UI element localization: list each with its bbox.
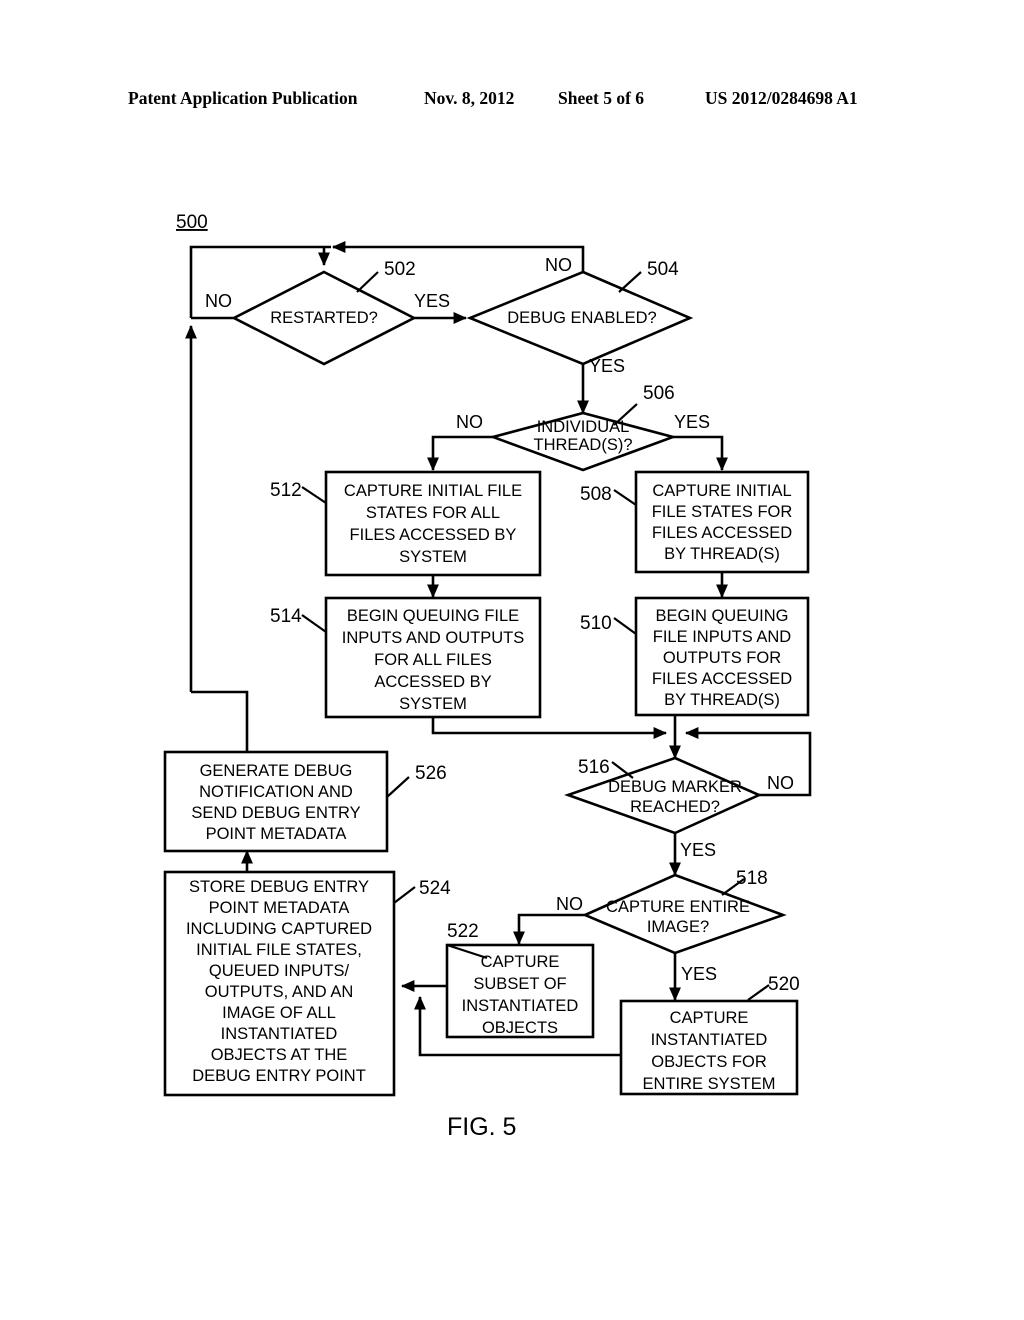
decision-506-label-1: INDIVIDUAL <box>537 418 630 436</box>
process-524-line-9: OBJECTS AT THE <box>211 1046 348 1064</box>
edge-506-no <box>427 435 493 472</box>
ref-510: 510 <box>580 613 612 634</box>
decision-502-label: RESTARTED? <box>270 309 378 327</box>
process-522-line-4: OBJECTS <box>482 1019 558 1037</box>
leader-502 <box>356 271 379 293</box>
process-526-line-4: POINT METADATA <box>206 825 347 843</box>
process-514-line-4: ACCESSED BY <box>374 673 491 691</box>
process-520-line-3: OBJECTS FOR <box>651 1053 767 1071</box>
ref-526: 526 <box>415 763 447 784</box>
ref-522: 522 <box>447 921 479 942</box>
process-510-line-5: BY THREAD(S) <box>664 691 780 709</box>
figure-number-500: 500 <box>176 212 208 233</box>
edge-label-516-no: NO <box>767 773 794 793</box>
leader-526 <box>386 776 410 798</box>
ref-514: 514 <box>270 606 302 627</box>
flowchart-svg: 500 RESTARTED? 502 DEBUG ENABLED? 504 IN… <box>163 212 812 1141</box>
process-508-line-3: FILES ACCESSED <box>652 524 792 542</box>
process-510-line-2: FILE INPUTS AND <box>653 628 792 646</box>
leader-510 <box>613 617 637 635</box>
ref-516: 516 <box>578 757 610 778</box>
decision-516-label-1: DEBUG MARKER <box>608 778 742 796</box>
process-514-line-5: SYSTEM <box>399 695 467 713</box>
ref-520: 520 <box>768 974 800 995</box>
process-522-line-2: SUBSET OF <box>473 975 566 993</box>
ref-512: 512 <box>270 480 302 501</box>
process-514-line-1: BEGIN QUEUING FILE <box>347 607 519 625</box>
edge-label-502-yes: YES <box>414 291 450 311</box>
edge-506-yes <box>673 435 728 472</box>
process-524-line-7: IMAGE OF ALL <box>222 1004 336 1022</box>
process-524-line-2: POINT METADATA <box>209 899 350 917</box>
ref-504: 504 <box>647 259 679 280</box>
decision-506-label-2: THREAD(S)? <box>533 436 632 454</box>
process-524-line-1: STORE DEBUG ENTRY <box>189 878 369 896</box>
edge-label-502-no: NO <box>205 291 232 311</box>
process-524-line-5: QUEUED INPUTS/ <box>209 962 350 980</box>
leader-504 <box>618 271 642 293</box>
edge-label-506-no: NO <box>456 412 483 432</box>
process-526-line-1: GENERATE DEBUG <box>200 762 353 780</box>
process-520-line-4: ENTIRE SYSTEM <box>643 1075 776 1093</box>
ref-508: 508 <box>580 484 612 505</box>
edge-label-506-yes: YES <box>674 412 710 432</box>
edge-label-518-yes: YES <box>681 964 717 984</box>
leader-520 <box>747 984 770 1001</box>
ref-506: 506 <box>643 383 675 404</box>
process-524-line-4: INITIAL FILE STATES, <box>196 941 362 959</box>
process-524-line-10: DEBUG ENTRY POINT <box>192 1067 366 1085</box>
process-514-line-3: FOR ALL FILES <box>374 651 492 669</box>
decision-518-label-2: IMAGE? <box>647 918 709 936</box>
process-508-line-2: FILE STATES FOR <box>652 503 793 521</box>
decision-518-label-1: CAPTURE ENTIRE <box>606 898 750 916</box>
process-512-line-4: SYSTEM <box>399 548 467 566</box>
edge-label-518-no: NO <box>556 894 583 914</box>
patent-figure-page: Patent Application Publication Nov. 8, 2… <box>0 0 1024 1320</box>
decision-504-label: DEBUG ENABLED? <box>507 309 656 327</box>
ref-502: 502 <box>384 259 416 280</box>
leader-512 <box>301 486 327 504</box>
process-520-line-1: CAPTURE <box>670 1009 749 1027</box>
leader-514 <box>301 614 327 633</box>
ref-524: 524 <box>419 878 451 899</box>
process-512-line-2: STATES FOR ALL <box>366 504 500 522</box>
process-526-line-3: SEND DEBUG ENTRY <box>191 804 360 822</box>
process-524-line-3: INCLUDING CAPTURED <box>186 920 372 938</box>
process-524-line-8: INSTANTIATED <box>221 1025 338 1043</box>
process-522-line-3: INSTANTIATED <box>462 997 579 1015</box>
leader-508 <box>613 489 637 506</box>
process-526-line-2: NOTIFICATION AND <box>199 783 353 801</box>
process-514-line-2: INPUTS AND OUTPUTS <box>342 629 524 647</box>
process-522-line-1: CAPTURE <box>481 953 560 971</box>
edge-526-to-return-rail <box>191 690 249 751</box>
edge-label-504-yes: YES <box>589 356 625 376</box>
edge-518-no <box>513 913 585 946</box>
decision-516-label-2: REACHED? <box>630 798 720 816</box>
process-508-line-4: BY THREAD(S) <box>664 545 780 563</box>
edge-label-516-yes: YES <box>680 840 716 860</box>
ref-518: 518 <box>736 868 768 889</box>
process-520-line-2: INSTANTIATED <box>651 1031 768 1049</box>
leader-524 <box>393 886 416 904</box>
edge-label-504-no: NO <box>545 255 572 275</box>
process-510-line-4: FILES ACCESSED <box>652 670 792 688</box>
edge-514-to-merge <box>431 717 668 739</box>
process-512-line-1: CAPTURE INITIAL FILE <box>344 482 522 500</box>
process-512-line-3: FILES ACCESSED BY <box>350 526 517 544</box>
process-510-line-3: OUTPUTS FOR <box>663 649 781 667</box>
figure-caption: FIG. 5 <box>447 1113 516 1141</box>
process-508-line-1: CAPTURE INITIAL <box>652 482 791 500</box>
process-510-line-1: BEGIN QUEUING <box>656 607 789 625</box>
process-524-line-6: OUTPUTS, AND AN <box>205 983 354 1001</box>
